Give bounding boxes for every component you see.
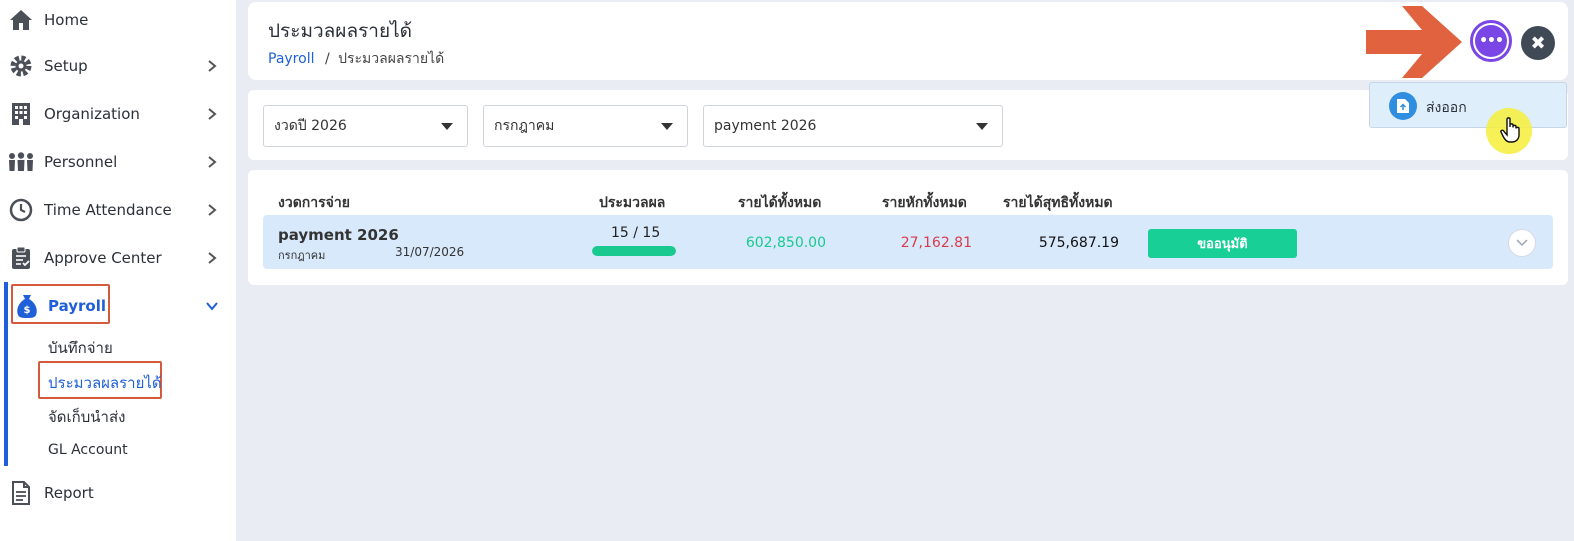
clock-icon [8,197,34,223]
chevron-right-icon [208,204,217,216]
export-file-icon [1389,92,1417,120]
sidebar-item-label: Home [44,11,89,29]
column-header-process: ประมวลผล [599,195,666,211]
building-icon [8,101,34,127]
sidebar-subitem-gl-account[interactable]: GL Account [48,442,128,458]
page-title: ประมวลผลรายได้ [268,20,412,42]
chevron-down-icon [206,302,218,311]
sidebar-item-label: Report [44,484,94,502]
request-approval-button[interactable]: ขออนุมัติ [1148,229,1297,258]
caret-down-icon [441,123,453,130]
caret-down-icon [661,123,673,130]
caret-down-icon [976,123,988,130]
sidebar-item-home[interactable]: Home [0,0,236,40]
sidebar-subitem-process-income[interactable]: ประมวลผลรายได้ [48,371,162,395]
more-dots-icon: ••• [1475,25,1507,57]
sidebar-item-organization[interactable]: Organization [0,94,236,134]
row-total-deduction: 27,162.81 [900,235,972,251]
sidebar-item-report[interactable]: Report [0,473,236,513]
year-select[interactable]: งวดปี 2026 [263,105,468,147]
month-select[interactable]: กรกฎาคม [483,105,688,147]
chevron-down-icon [1516,239,1528,247]
gear-icon [8,53,34,79]
row-process-count: 15 / 15 [611,225,661,241]
row-payment-name: payment 2026 [278,226,399,244]
people-icon [8,149,34,175]
close-icon: ✖ [1530,32,1546,54]
column-header-total-deduction: รายหักทั้งหมด [882,195,967,211]
annotation-arrow-icon [1366,6,1462,78]
close-button[interactable]: ✖ [1521,26,1555,60]
sidebar-item-label: Payroll [48,297,107,315]
payment-select-value: payment 2026 [714,118,817,134]
row-total-income: 602,850.00 [745,235,826,251]
breadcrumb-separator: / [324,51,330,67]
sidebar-item-label: Approve Center [44,249,162,267]
column-header-total-income: รายได้ทั้งหมด [738,195,822,211]
breadcrumb: Payroll / ประมวลผลรายได้ [268,48,444,70]
table-row[interactable]: payment 2026 กรกฎาคม 31/07/2026 15 / 15 … [263,215,1553,269]
row-net-income: 575,687.19 [1038,235,1119,251]
sidebar-subitem-payment-record[interactable]: บันทึกจ่าย [48,336,113,360]
breadcrumb-payroll-link[interactable]: Payroll [268,51,314,67]
chevron-right-icon [208,252,217,264]
sidebar-item-approve-center[interactable]: Approve Center [0,238,236,278]
home-icon [8,7,34,33]
sidebar-item-label: Setup [44,57,88,75]
column-header-period: งวดการจ่าย [278,195,350,211]
sidebar-subitem-remittance[interactable]: จัดเก็บนำส่ง [48,405,125,429]
sidebar-item-label: Time Attendance [44,201,172,219]
clipboard-icon [8,245,34,271]
document-icon [8,480,34,506]
payment-select[interactable]: payment 2026 [703,105,1003,147]
sidebar: Home Setup Organization Personnel Time A… [0,0,236,541]
sidebar-item-label: Organization [44,105,140,123]
sidebar-item-payroll[interactable]: $ Payroll [0,286,236,326]
svg-text:$: $ [24,305,31,316]
export-label: ส่งออก [1426,100,1467,116]
process-progress-bar [592,246,676,256]
sidebar-item-personnel[interactable]: Personnel [0,142,236,182]
month-select-value: กรกฎาคม [494,118,555,134]
payroll-table: งวดการจ่าย ประมวลผล รายได้ทั้งหมด รายหัก… [248,170,1568,285]
sidebar-item-setup[interactable]: Setup [0,46,236,86]
more-options-button[interactable]: ••• [1470,20,1512,62]
chevron-right-icon [208,108,217,120]
sidebar-item-label: Personnel [44,153,118,171]
process-progress-fill [592,246,676,256]
row-month: กรกฎาคม [278,249,326,262]
breadcrumb-current: ประมวลผลรายได้ [338,51,445,67]
chevron-right-icon [208,156,217,168]
hand-cursor-icon [1500,117,1520,143]
money-bag-icon: $ [14,293,40,319]
year-select-value: งวดปี 2026 [274,118,347,134]
column-header-net-income: รายได้สุทธิทั้งหมด [1003,195,1113,211]
chevron-right-icon [208,60,217,72]
row-date: 31/07/2026 [395,245,465,259]
export-menu-item[interactable]: ส่งออก [1369,82,1567,128]
expand-row-button[interactable] [1508,229,1536,257]
sidebar-item-time-attendance[interactable]: Time Attendance [0,190,236,230]
